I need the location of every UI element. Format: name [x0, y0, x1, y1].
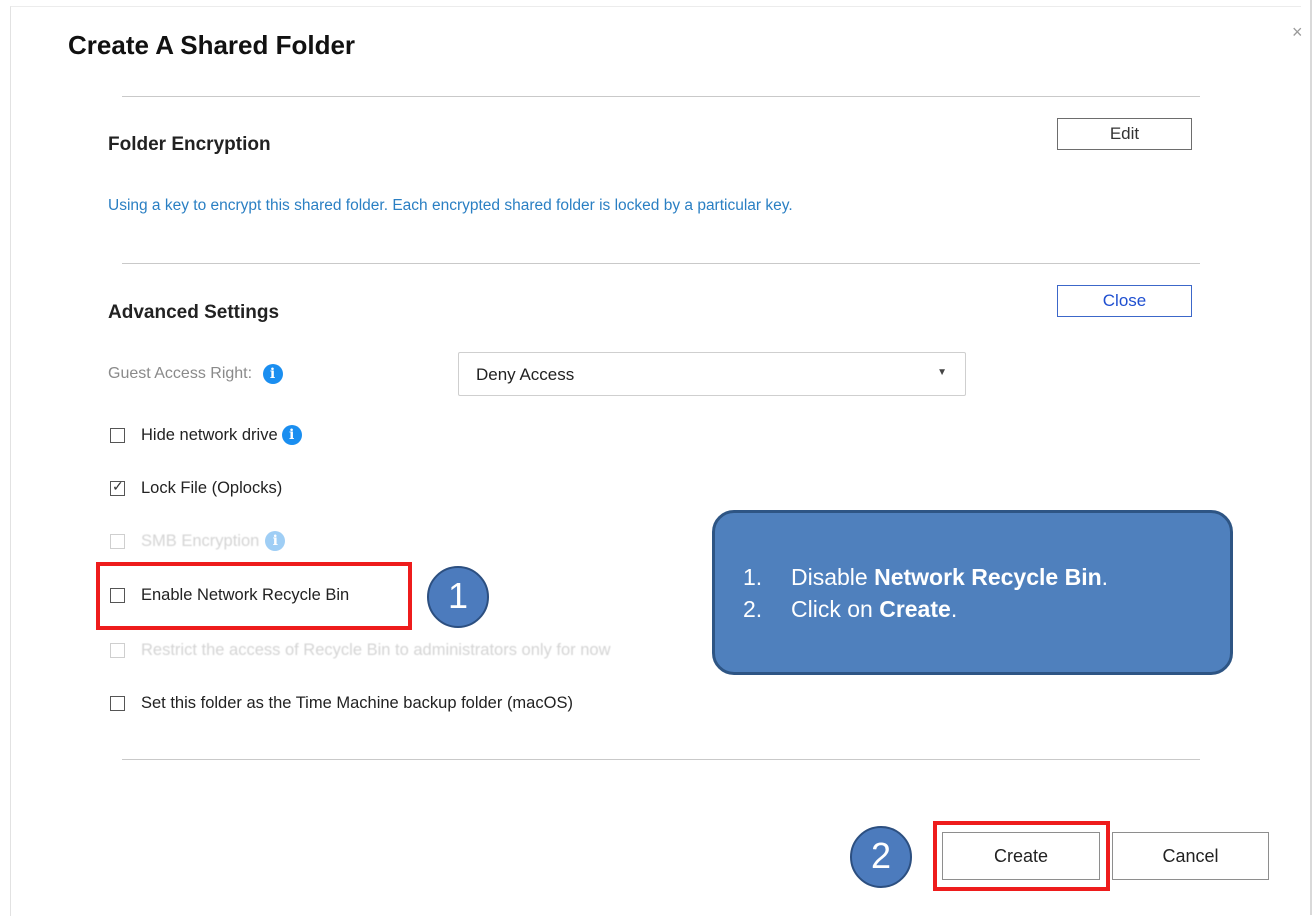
guest-access-label-text: Guest Access Right:: [108, 365, 253, 383]
close-icon[interactable]: ×: [1292, 22, 1303, 43]
divider: [122, 759, 1200, 760]
instruction-callout: 1. Disable Network Recycle Bin. 2. Click o…: [712, 510, 1233, 675]
option-label: Lock File (Oplocks): [141, 478, 283, 497]
restrict-recycle-bin-checkbox: [110, 642, 125, 658]
chevron-down-icon: ▼: [937, 367, 947, 378]
lock-file-checkbox[interactable]: [110, 478, 125, 496]
cancel-button[interactable]: Cancel: [1112, 832, 1269, 880]
option-label: Hide network drive: [141, 425, 278, 444]
info-icon[interactable]: i: [281, 425, 302, 445]
guest-access-select[interactable]: Deny Access ▼: [458, 352, 966, 396]
instruction-item: 2. Click on Create.: [743, 596, 958, 622]
divider: [122, 96, 1200, 97]
info-icon[interactable]: i: [262, 364, 283, 384]
hide-network-drive-checkbox[interactable]: [110, 427, 125, 443]
step-2-badge: 2: [850, 826, 912, 888]
guest-access-value: Deny Access: [476, 365, 575, 384]
instruction-list: 1. Disable Network Recycle Bin. 2. Click o…: [743, 561, 1108, 625]
edit-button[interactable]: Edit: [1057, 118, 1192, 150]
highlight-create-button: [933, 821, 1110, 891]
advanced-settings-title: Advanced Settings: [108, 302, 280, 323]
option-restrict-recycle-bin: Restrict the access of Recycle Bin to ad…: [110, 638, 611, 662]
smb-encryption-checkbox: [110, 533, 125, 549]
divider: [122, 263, 1200, 264]
option-label: SMB Encryption: [141, 531, 260, 550]
step-1-badge: 1: [427, 566, 489, 628]
option-time-machine[interactable]: Set this folder as the Time Machine back…: [110, 691, 573, 715]
time-machine-checkbox[interactable]: [110, 695, 125, 711]
guest-access-label: Guest Access Right: i: [108, 364, 283, 384]
close-button[interactable]: Close: [1057, 285, 1192, 317]
option-lock-file[interactable]: Lock File (Oplocks): [110, 476, 282, 500]
highlight-recycle-bin: [96, 562, 412, 630]
dialog-title: Create A Shared Folder: [68, 30, 356, 60]
option-label: Set this folder as the Time Machine back…: [141, 693, 573, 712]
option-label: Restrict the access of Recycle Bin to ad…: [141, 640, 611, 659]
encryption-description: Using a key to encrypt this shared folde…: [108, 197, 793, 214]
option-hide-network-drive[interactable]: Hide network drive i: [110, 423, 302, 447]
window-edge: [1310, 0, 1312, 915]
folder-encryption-title: Folder Encryption: [108, 134, 271, 155]
option-smb-encryption: SMB Encryption i: [110, 529, 286, 553]
info-icon: i: [265, 531, 286, 551]
instruction-item: 1. Disable Network Recycle Bin.: [743, 564, 1109, 590]
